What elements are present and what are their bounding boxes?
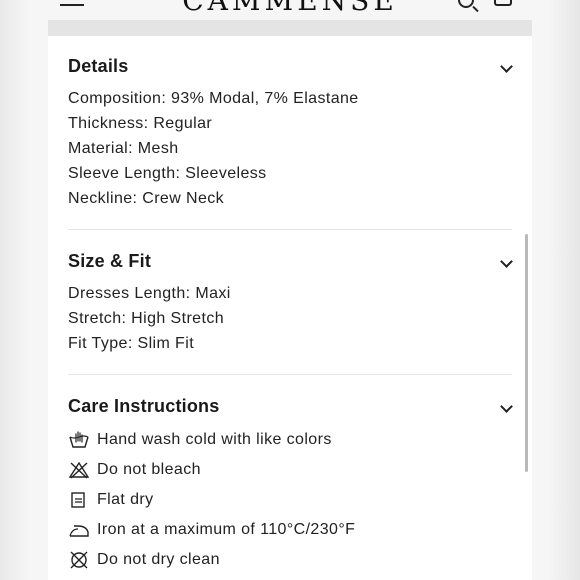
care-instructions-title[interactable]: Care Instructions [68, 396, 514, 417]
care-item: Iron at a maximum of 110°C/230°F [68, 519, 355, 541]
care-item: Hand wash cold with like colors [68, 429, 332, 451]
detail-line: Composition: 93% Modal, 7% Elastane [68, 90, 359, 107]
section-divider [68, 374, 512, 375]
care-instructions-section: Care Instructions Hand wash cold with li… [68, 396, 514, 580]
care-text: Hand wash cold with like colors [97, 431, 332, 448]
detail-line: Thickness: Regular [68, 115, 213, 132]
detail-line: Neckline: Crew Neck [68, 190, 225, 207]
section-divider [68, 229, 512, 230]
care-text: Flat dry [97, 491, 154, 508]
detail-line: Material: Mesh [68, 140, 179, 157]
size-fit-line: Stretch: High Stretch [68, 310, 225, 327]
care-text: Do not dry clean [97, 551, 220, 568]
size-fit-title[interactable]: Size & Fit [68, 251, 514, 272]
brand-logo[interactable]: CAMMENSE [0, 0, 580, 17]
care-item: Do not bleach [68, 459, 201, 481]
header-divider-bar [48, 20, 532, 36]
care-item: Do not dry clean [68, 549, 220, 571]
do-not-dry-clean-icon [70, 551, 88, 569]
details-section: Details Composition: 93% Modal, 7% Elast… [68, 56, 514, 216]
size-fit-section: Size & Fit Dresses Length: Maxi Stretch:… [68, 251, 514, 361]
shopping-bag-icon[interactable] [494, 0, 512, 6]
do-not-bleach-icon [68, 461, 90, 479]
care-text: Iron at a maximum of 110°C/230°F [97, 521, 356, 538]
hand-wash-icon [69, 431, 89, 448]
detail-line: Sleeve Length: Sleeveless [68, 165, 267, 182]
care-item: Flat dry [68, 489, 154, 511]
size-fit-line: Dresses Length: Maxi [68, 285, 231, 302]
details-title[interactable]: Details [68, 56, 514, 77]
scrollbar[interactable] [525, 234, 528, 472]
iron-icon [69, 525, 89, 537]
site-header: CAMMENSE [0, 0, 580, 20]
flat-dry-icon [71, 492, 85, 508]
size-fit-line: Fit Type: Slim Fit [68, 335, 195, 352]
care-text: Do not bleach [97, 461, 201, 478]
